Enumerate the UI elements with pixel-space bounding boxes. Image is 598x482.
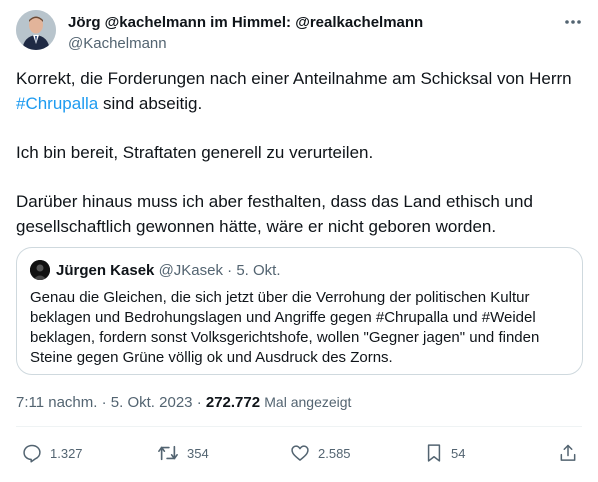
tweet: Jörg @kachelmann im Himmel: @realkachelm… [0, 0, 598, 482]
tweet-date[interactable]: 5. Okt. 2023 [111, 394, 193, 411]
share-icon [560, 444, 576, 461]
retweet-button[interactable]: 354 [157, 440, 209, 466]
tweet-text-segment: Korrekt, die Forderungen nach einer Ante… [16, 69, 572, 88]
view-count-label: Mal angezeigt [264, 394, 352, 410]
reply-button[interactable]: 1.327 [22, 440, 83, 466]
quoted-tweet-card[interactable]: Jürgen Kasek @JKasek · 5. Okt. Genau die… [16, 247, 583, 375]
retweet-count: 354 [187, 445, 209, 461]
more-options-button[interactable] [560, 12, 586, 32]
reply-icon [23, 444, 41, 463]
tweet-meta: 7:11 nachm. · 5. Okt. 2023 · 272.772 Mal… [16, 394, 351, 411]
avatar-image [16, 10, 56, 50]
quote-avatar-image [30, 260, 50, 280]
author-avatar[interactable] [16, 10, 56, 50]
retweet-icon [158, 445, 178, 461]
view-count: 272.772 [205, 394, 261, 411]
bookmark-count: 54 [451, 445, 466, 461]
tweet-time[interactable]: 7:11 nachm. [16, 394, 97, 411]
quote-header: Jürgen Kasek @JKasek · 5. Okt. [56, 262, 281, 280]
author-display-name[interactable]: Jörg @kachelmann im Himmel: @realkachelm… [68, 14, 423, 31]
tweet-text: Korrekt, die Forderungen nach einer Ante… [16, 66, 582, 263]
quote-author-handle: @JKasek [158, 262, 223, 279]
share-button[interactable] [558, 440, 578, 466]
meta-separator: · [101, 394, 107, 411]
quote-author-name: Jürgen Kasek [56, 262, 155, 279]
author-handle[interactable]: @Kachelmann [68, 35, 167, 52]
bookmark-icon [427, 444, 441, 462]
reply-count: 1.327 [50, 445, 83, 461]
like-count: 2.585 [318, 445, 351, 461]
quote-text: Genau die Gleichen, die sich jetzt über … [30, 289, 540, 366]
more-dots-icon [565, 20, 581, 24]
meta-separator: · [196, 394, 202, 411]
divider [16, 426, 582, 427]
quote-separator: · [227, 262, 233, 279]
quote-author-avatar [30, 260, 50, 280]
tweet-paragraph-1: Korrekt, die Forderungen nach einer Ante… [16, 66, 582, 116]
quote-date: 5. Okt. [236, 262, 281, 279]
tweet-text-segment: sind abseitig. [98, 94, 203, 113]
like-button[interactable]: 2.585 [290, 440, 351, 466]
heart-icon [291, 445, 309, 461]
tweet-paragraph-3: Darüber hinaus muss ich aber festhalten,… [16, 192, 533, 236]
tweet-paragraph-2: Ich bin bereit, Straftaten generell zu v… [16, 143, 374, 162]
bookmark-button[interactable]: 54 [425, 440, 465, 466]
hashtag-link[interactable]: #Chrupalla [16, 94, 98, 113]
